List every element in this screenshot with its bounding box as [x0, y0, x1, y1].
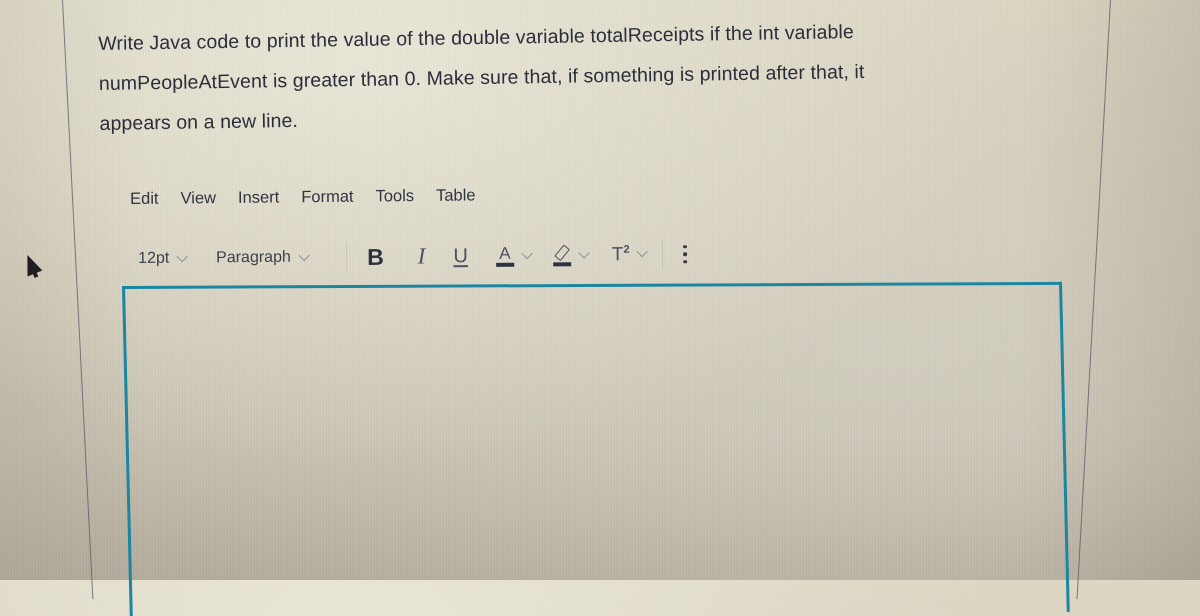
chevron-down-icon — [176, 250, 188, 262]
underline-button[interactable]: U — [453, 245, 468, 268]
menu-insert[interactable]: Insert — [238, 188, 279, 207]
text-color-button[interactable]: A — [495, 243, 533, 267]
font-size-select[interactable]: 12pt — [138, 249, 216, 268]
pointer-arrow — [20, 252, 43, 277]
underline-icon: U — [453, 244, 468, 267]
menu-format[interactable]: Format — [301, 188, 353, 208]
chevron-down-icon[interactable] — [636, 246, 649, 258]
menu-table[interactable]: Table — [436, 186, 476, 205]
editor-menubar: Edit View Insert Format Tools Table — [130, 186, 498, 209]
superscript-icon: T2 — [612, 244, 630, 266]
menu-view[interactable]: View — [180, 189, 216, 208]
question-text: Write Java code to print the value of th… — [98, 9, 1040, 144]
highlight-color-button[interactable] — [552, 243, 590, 266]
more-options-button[interactable] — [683, 244, 688, 264]
page-edge-left — [62, 0, 94, 600]
block-format-select[interactable]: Paragraph — [216, 248, 342, 267]
bold-button[interactable]: B — [367, 243, 384, 270]
editor-toolbar: 12pt Paragraph B I U A T2 — [138, 239, 688, 274]
highlight-pen-icon — [552, 243, 571, 266]
italic-icon: I — [417, 243, 426, 269]
italic-button[interactable]: I — [418, 243, 426, 269]
toolbar-divider — [662, 239, 664, 270]
font-size-value: 12pt — [138, 249, 170, 267]
more-vertical-icon — [683, 244, 688, 249]
page-edge-right — [1076, 0, 1111, 600]
text-color-letter: A — [499, 243, 511, 263]
chevron-down-icon — [298, 249, 310, 261]
pen-icon — [553, 243, 570, 261]
text-color-icon: A — [495, 243, 514, 267]
bold-icon: B — [367, 243, 384, 270]
more-vertical-icon — [683, 252, 688, 256]
highlight-color-swatch — [552, 261, 571, 266]
chevron-down-icon[interactable] — [578, 246, 590, 259]
block-format-value: Paragraph — [216, 248, 291, 267]
superscript-exponent: 2 — [623, 243, 630, 256]
menu-edit[interactable]: Edit — [130, 190, 159, 209]
more-vertical-icon — [683, 259, 688, 264]
text-color-swatch — [495, 262, 514, 267]
toolbar-divider — [345, 242, 348, 273]
rich-text-editor-area[interactable] — [122, 281, 1070, 616]
chevron-down-icon[interactable] — [521, 247, 533, 259]
superscript-base: T — [611, 243, 624, 266]
menu-tools[interactable]: Tools — [375, 187, 414, 206]
superscript-button[interactable]: T2 — [612, 243, 649, 266]
